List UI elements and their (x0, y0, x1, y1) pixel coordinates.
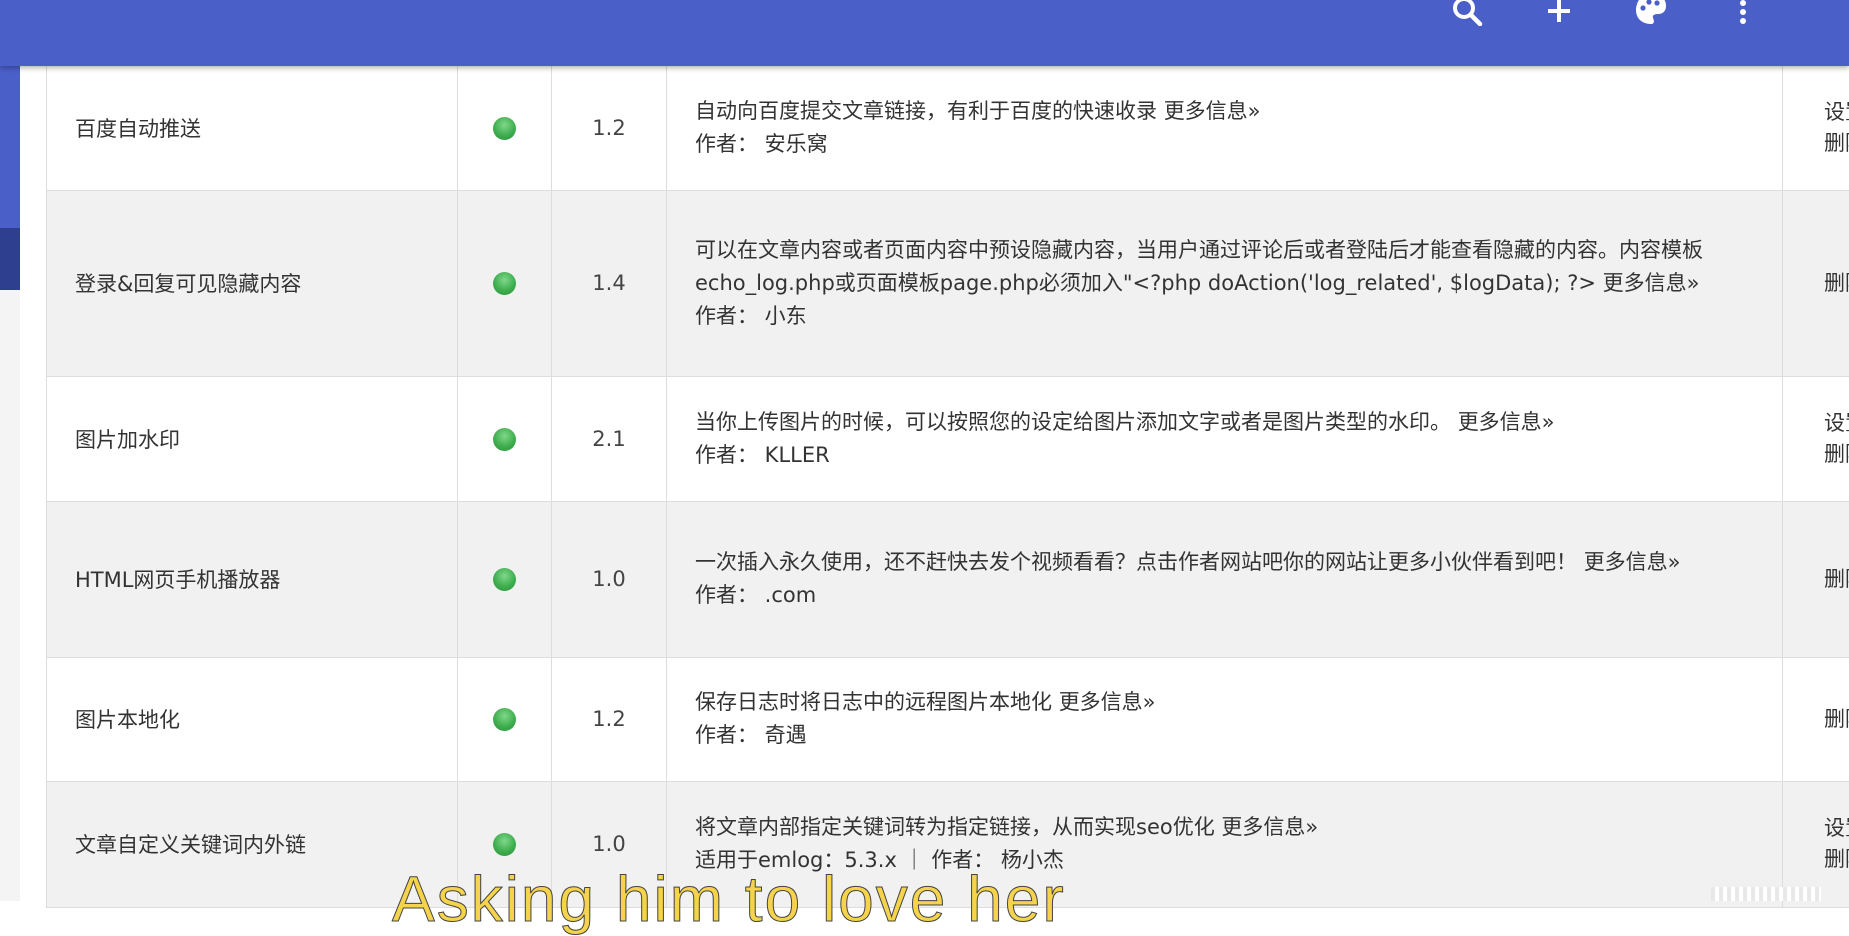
plugin-status-cell (458, 190, 552, 376)
plugin-actions-cell: 删除 (1783, 501, 1849, 657)
plugin-author: 作者： .com (695, 579, 1756, 612)
more-info-link[interactable]: 更多信息» (1164, 99, 1261, 123)
plugin-description-cell: 一次插入永久使用，还不赶快去发个视频看看？点击作者网站吧你的网站让更多小伙伴看到… (667, 501, 1783, 657)
plugin-version: 1.4 (552, 190, 667, 376)
plugin-table: 百度自动推送 1.2 自动向百度提交文章链接，有利于百度的快速收录 更多信息» 作者：… (46, 66, 1849, 908)
plugin-description-cell: 自动向百度提交文章链接，有利于百度的快速收录 更多信息» 作者： 安乐窝 (667, 66, 1783, 190)
plugin-status-cell (458, 657, 552, 781)
plugin-status-cell (458, 376, 552, 501)
more-info-link[interactable]: 更多信息» (1458, 410, 1555, 434)
settings-link[interactable]: 设置 (1783, 813, 1849, 844)
plugin-description: 一次插入永久使用，还不赶快去发个视频看看？点击作者网站吧你的网站让更多小伙伴看到… (695, 550, 1577, 574)
plugin-author: 作者： KLLER (695, 439, 1756, 472)
plugin-actions-cell: 设置删除 (1783, 376, 1849, 501)
plugin-version: 1.2 (552, 657, 667, 781)
sidebar-accent-dark (0, 228, 20, 290)
more-vert-icon (1737, 0, 1749, 26)
status-enabled-icon[interactable] (493, 272, 516, 295)
settings-link[interactable]: 设置 (1783, 97, 1849, 128)
plugin-row: 图片加水印2.1当你上传图片的时候，可以按照您的设定给图片添加文字或者是图片类型… (47, 376, 1849, 501)
status-enabled-icon[interactable] (493, 568, 516, 591)
video-subtitle: Asking him to love her (392, 862, 1066, 936)
status-enabled-icon[interactable] (493, 428, 516, 451)
plugin-description-cell: 可以在文章内容或者页面内容中预设隐藏内容，当用户通过评论后或者登陆后才能查看隐藏… (667, 190, 1783, 376)
delete-link[interactable]: 删除 (1783, 268, 1849, 299)
theme-button[interactable] (1605, 0, 1697, 26)
plugin-row: 百度自动推送 1.2 自动向百度提交文章链接，有利于百度的快速收录 更多信息» 作者：… (47, 66, 1849, 190)
search-button[interactable] (1421, 0, 1513, 26)
plugin-author: 作者： 小东 (695, 300, 1756, 333)
plugin-description-cell: 当你上传图片的时候，可以按照您的设定给图片添加文字或者是图片类型的水印。 更多信… (667, 376, 1783, 501)
plugin-author: 作者： 安乐窝 (695, 128, 1756, 161)
plugin-author: 作者： 奇遇 (695, 719, 1756, 752)
delete-link[interactable]: 删除 (1783, 564, 1849, 595)
plugin-description: 当你上传图片的时候，可以按照您的设定给图片添加文字或者是图片类型的水印。 (695, 410, 1451, 434)
more-info-link[interactable]: 更多信息» (1603, 271, 1700, 295)
plugin-version: 1.2 (552, 66, 667, 190)
plugin-version: 2.1 (552, 376, 667, 501)
plugin-name: 登录&回复可见隐藏内容 (47, 190, 458, 376)
plugin-name: 图片本地化 (47, 657, 458, 781)
plugin-actions-cell: 删除 (1783, 190, 1849, 376)
plugin-status-cell (458, 501, 552, 657)
settings-link[interactable]: 设置 (1783, 408, 1849, 439)
add-button[interactable] (1513, 0, 1605, 26)
more-info-link[interactable]: 更多信息» (1059, 690, 1156, 714)
plugin-description: 自动向百度提交文章链接，有利于百度的快速收录 (695, 99, 1157, 123)
status-enabled-icon[interactable] (493, 117, 516, 140)
plugin-description: 保存日志时将日志中的远程图片本地化 (695, 690, 1052, 714)
plugin-description: 可以在文章内容或者页面内容中预设隐藏内容，当用户通过评论后或者登陆后才能查看隐藏… (695, 238, 1703, 295)
search-icon (1450, 0, 1484, 26)
plugin-description: 将文章内部指定关键词转为指定链接，从而实现seo优化 (695, 815, 1215, 839)
plus-icon (1545, 0, 1573, 26)
plugin-actions-cell: 删除 (1783, 657, 1849, 781)
delete-link[interactable]: 删除 (1783, 704, 1849, 735)
plugin-row: 登录&回复可见隐藏内容 1.4 可以在文章内容或者页面内容中预设隐藏内容，当用户通过… (47, 190, 1849, 376)
plugin-status-cell (458, 66, 552, 190)
top-app-bar (0, 0, 1849, 66)
palette-icon (1634, 0, 1668, 26)
plugin-actions-cell: 设置删除 (1783, 66, 1849, 190)
more-info-link[interactable]: 更多信息» (1584, 550, 1681, 574)
plugin-version: 1.0 (552, 501, 667, 657)
status-enabled-icon[interactable] (493, 708, 516, 731)
plugin-row: HTML网页手机播放器 1.0 一次插入永久使用，还不赶快去发个视频看看？点击作者网… (47, 501, 1849, 657)
plugin-description-cell: 保存日志时将日志中的远程图片本地化 更多信息» 作者： 奇遇 (667, 657, 1783, 781)
status-enabled-icon[interactable] (493, 833, 516, 856)
more-options-button[interactable] (1697, 0, 1789, 26)
delete-link[interactable]: 删除 (1783, 844, 1849, 875)
more-info-link[interactable]: 更多信息» (1221, 815, 1318, 839)
delete-link[interactable]: 删除 (1783, 439, 1849, 470)
delete-link[interactable]: 删除 (1783, 128, 1849, 159)
plugin-name: HTML网页手机播放器 (47, 501, 458, 657)
sidebar-accent (0, 66, 20, 228)
plugin-name: 图片加水印 (47, 376, 458, 501)
left-sidebar-edge (0, 66, 20, 901)
plugin-name: 百度自动推送 (47, 66, 458, 190)
plugin-row: 图片本地化 1.2 保存日志时将日志中的远程图片本地化 更多信息» 作者： 奇遇删除 (47, 657, 1849, 781)
image-artifact (1711, 887, 1821, 901)
topbar-actions (1421, 0, 1789, 26)
